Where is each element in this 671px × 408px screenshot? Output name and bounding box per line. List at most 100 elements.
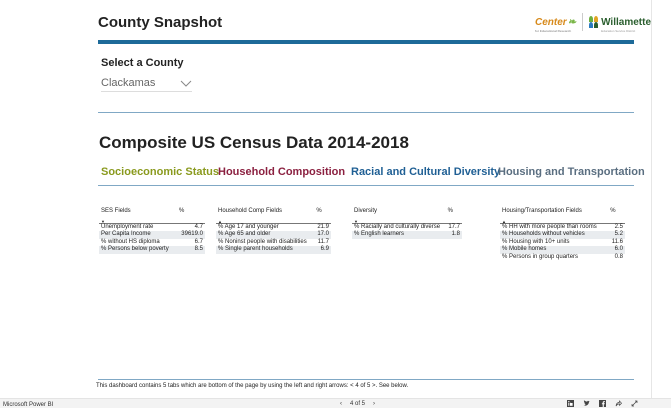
page-indicator: 4 of 5 — [350, 401, 366, 407]
willamette-logo-text: Willamette — [601, 16, 651, 28]
row-value: 6.7 — [194, 238, 203, 245]
table-row: % Noninst people with disabilities 11.7 — [216, 239, 331, 247]
row-label: % Persons in group quarters — [502, 253, 579, 260]
row-value: 17.7 — [448, 223, 460, 230]
sort-asc-icon: ▲ — [218, 218, 222, 224]
row-value: 1.8 — [445, 231, 462, 239]
row-label: % without HS diploma — [101, 238, 160, 245]
previous-page-button[interactable]: ‹ — [340, 401, 342, 407]
row-value: 39619.0 — [177, 231, 205, 239]
housing-col-field[interactable]: Housing/Transportation Fields ▲ — [500, 208, 609, 224]
row-label: % Households without vehicles — [500, 231, 609, 239]
section-divider — [98, 112, 634, 113]
diversity-col-percent[interactable]: % — [445, 208, 462, 224]
next-page-button[interactable]: › — [373, 401, 375, 407]
table-row: % Persons in group quarters 0.8 — [500, 254, 625, 262]
row-label: % Mobile homes — [500, 246, 609, 254]
table-row: % without HS diploma 6.7 — [99, 239, 205, 247]
page-edge — [651, 0, 652, 398]
facebook-icon[interactable] — [599, 400, 606, 407]
row-value: 6.0 — [608, 246, 625, 254]
fullscreen-icon[interactable] — [631, 400, 638, 407]
category-divider — [98, 185, 634, 186]
table-row: % Persons below poverty 8.5 — [99, 246, 205, 254]
linkedin-icon[interactable] — [567, 400, 574, 407]
header-label: SES Fields — [101, 208, 131, 214]
footer-divider — [98, 379, 634, 380]
table-row: % English learners 1.8 — [352, 231, 462, 239]
header-label: Diversity — [354, 208, 378, 214]
tab-racial-cultural-diversity[interactable]: Racial and Cultural Diversity — [351, 166, 500, 178]
table-row: % HH with more people than rooms 2.5 — [500, 223, 625, 231]
table-row: % Single parent households 6.9 — [216, 246, 331, 254]
chevron-down-icon — [180, 80, 192, 87]
header-label: Housing/Transportation Fields — [502, 208, 582, 214]
table-row: % Racially and culturally diverse 17.7 — [352, 223, 462, 231]
row-value: 11.6 — [611, 238, 623, 245]
household-col-percent[interactable]: % — [314, 208, 331, 224]
table-row: % Age 17 and younger 21.9 — [216, 223, 331, 231]
center-logo-subtitle: for Educational Research — [535, 28, 572, 33]
willamette-mark-icon — [589, 16, 599, 28]
table-row: % Households without vehicles 5.2 — [500, 231, 625, 239]
row-label: % Single parent households — [216, 246, 315, 254]
row-label: % Age 65 and older — [216, 231, 315, 239]
logos: Center❧ for Educational Research Willame… — [535, 11, 651, 33]
row-label: % Noninst people with disabilities — [218, 238, 307, 245]
sort-desc-icon: ▼ — [354, 218, 358, 224]
row-value: 2.5 — [614, 223, 623, 230]
header-accent-bar — [98, 40, 634, 44]
twitter-icon[interactable] — [583, 400, 590, 407]
tab-socioeconomic-status[interactable]: Socioeconomic Status — [101, 166, 219, 178]
household-table: Household Comp Fields ▲ % % Age 17 and yo… — [216, 208, 331, 254]
housing-col-percent[interactable]: % — [608, 208, 625, 224]
row-value: 21.9 — [317, 223, 329, 230]
row-label: Unemployment rate — [101, 223, 154, 230]
center-logo-text: Center — [535, 16, 567, 28]
center-logo: Center❧ for Educational Research — [535, 16, 577, 33]
row-value: 11.7 — [317, 238, 329, 245]
row-value: 17.0 — [314, 231, 331, 239]
county-dropdown[interactable]: Clackamas — [101, 74, 192, 92]
household-col-field[interactable]: Household Comp Fields ▲ — [216, 208, 315, 224]
diversity-col-field[interactable]: Diversity ▼ — [352, 208, 446, 224]
row-label: % Racially and culturally diverse — [354, 223, 441, 230]
report-page: County Snapshot Center❧ for Educational … — [0, 0, 671, 408]
section-title: Composite US Census Data 2014-2018 — [99, 133, 409, 152]
row-label: % English learners — [352, 231, 446, 239]
row-label: Per Capita Income — [99, 231, 178, 239]
leaf-icon: ❧ — [567, 16, 577, 28]
ses-col-percent[interactable]: % — [177, 208, 205, 224]
row-label: % HH with more people than rooms — [502, 223, 597, 230]
county-select-label: Select a County — [101, 57, 184, 69]
county-dropdown-value: Clackamas — [101, 76, 156, 89]
willamette-logo-subtitle: Education Service District — [601, 28, 636, 33]
row-value: 5.2 — [608, 231, 625, 239]
power-bi-brand-link[interactable]: Microsoft Power BI — [3, 402, 53, 408]
page-title: County Snapshot — [98, 14, 223, 31]
logo-divider — [582, 13, 584, 31]
row-label: % Housing with 10+ units — [502, 238, 570, 245]
willamette-logo: Willamette Education Service District — [589, 16, 651, 33]
row-label: % Age 17 and younger — [218, 223, 279, 230]
sort-desc-icon: ▼ — [101, 218, 105, 224]
share-icon[interactable] — [615, 400, 622, 407]
row-value: 6.9 — [314, 246, 331, 254]
page-navigator: ‹ 4 of 5 › — [340, 401, 375, 407]
table-row: Unemployment rate 4.7 — [99, 223, 205, 231]
footnote: This dashboard contains 5 tabs which are… — [96, 383, 409, 389]
ses-col-field[interactable]: SES Fields ▼ — [99, 208, 178, 224]
housing-table: Housing/Transportation Fields ▲ % % HH wi… — [500, 208, 625, 261]
tab-housing-transportation[interactable]: Housing and Transportation — [498, 166, 645, 178]
tab-household-composition[interactable]: Household Composition — [218, 166, 345, 178]
table-row: Per Capita Income 39619.0 — [99, 231, 205, 239]
ses-table: SES Fields ▼ % Unemployment rate 4.7 Per C… — [99, 208, 205, 254]
table-row: % Housing with 10+ units 11.6 — [500, 239, 625, 247]
row-value: 4.7 — [194, 223, 203, 230]
header-label: Household Comp Fields — [218, 208, 283, 214]
row-value: 0.8 — [614, 253, 623, 260]
share-toolbar — [567, 400, 638, 407]
diversity-table: Diversity ▼ % % Racially and culturally d… — [352, 208, 462, 239]
row-value: 8.5 — [177, 246, 205, 254]
table-row: % Age 65 and older 17.0 — [216, 231, 331, 239]
